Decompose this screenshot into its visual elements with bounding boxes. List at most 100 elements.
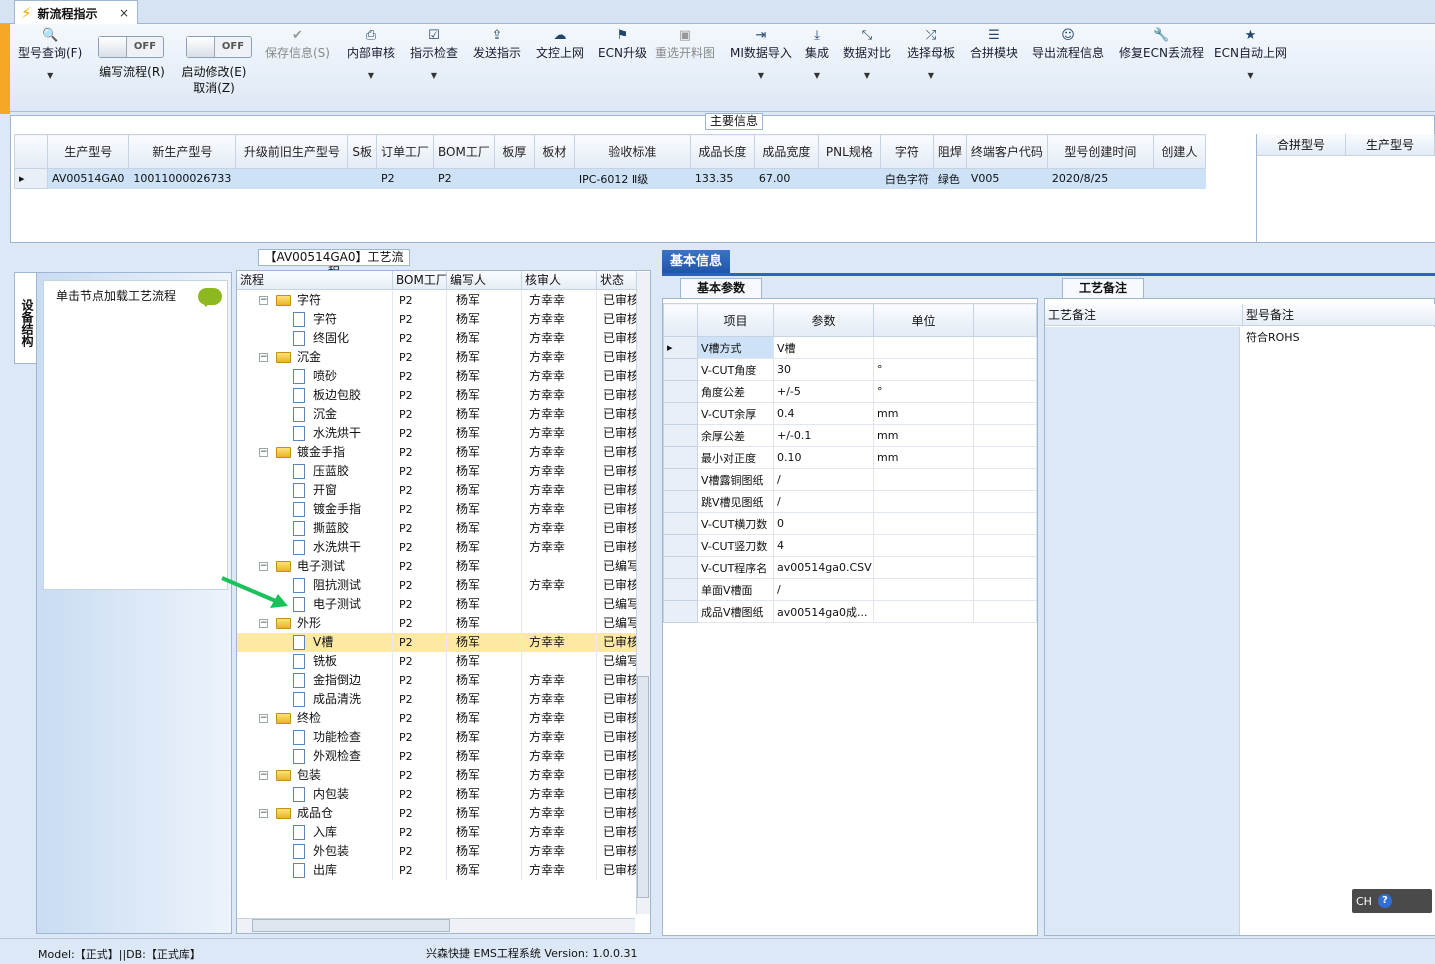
tree-row[interactable]: V槽 P2 杨军 方幸幸 已审核 [237,633,637,652]
param-value-cell[interactable]: / [773,490,874,513]
tree-row[interactable]: − 包装 P2 杨军 方幸幸 已审核 [237,766,637,785]
column-item[interactable]: 项目 [697,303,774,337]
column-header[interactable]: 字符 [879,134,934,169]
save-info-button[interactable]: ✔ 保存信息(S) [265,28,330,61]
doc-upload-button[interactable]: ☁ 文控上网 [536,28,584,61]
param-row[interactable]: V-CUT余厚 0.4 mm [663,402,1037,425]
tree-node[interactable]: 内包装 [237,785,393,804]
tree-row[interactable]: 撕蓝胶 P2 杨军 方幸幸 已审核 [237,519,637,538]
grid-cell[interactable]: IPC-6012 Ⅱ级 [574,168,691,189]
param-unit-cell[interactable]: ° [873,380,974,403]
tree-row[interactable]: − 成品仓 P2 杨军 方幸幸 已审核 [237,804,637,823]
tree-row[interactable]: 铣板 P2 杨军 已编写 [237,652,637,671]
param-row[interactable]: ▸ V槽方式 V槽 [663,336,1037,359]
param-value-cell[interactable]: +/-5 [773,380,874,403]
tab-process-notes[interactable]: 工艺备注 [1062,278,1144,298]
reselect-material-button[interactable]: ▣ 重选开料图 [655,28,715,61]
param-value-cell[interactable]: / [773,578,874,601]
param-item-cell[interactable]: 成品V槽图纸 [697,600,774,623]
param-unit-cell[interactable] [873,556,974,579]
tree-row[interactable]: 电子测试 P2 杨军 已编写 [237,595,637,614]
mi-import-button[interactable]: ⇥ MI数据导入 ▼ [730,28,792,80]
tree-node[interactable]: V槽 [237,633,393,652]
tree-row[interactable]: 板边包胶 P2 杨军 方幸幸 已审核 [237,386,637,405]
column-header[interactable]: PNL规格 [817,134,881,169]
collapse-icon[interactable]: − [259,809,268,818]
tree-row[interactable]: − 镀金手指 P2 杨军 方幸幸 已审核 [237,443,637,462]
param-row[interactable]: 余厚公差 +/-0.1 mm [663,424,1037,447]
data-compare-button[interactable]: ⤡ 数据对比 ▼ [843,28,891,80]
param-item-cell[interactable]: V槽露铜图纸 [697,468,774,491]
column-param[interactable]: 参数 [773,303,874,337]
tree-node[interactable]: 压蓝胶 [237,462,393,481]
tree-node[interactable]: 板边包胶 [237,386,393,405]
tree-node[interactable]: 开窗 [237,481,393,500]
grid-cell[interactable] [534,168,575,189]
param-value-cell[interactable]: 4 [773,534,874,557]
tree-node[interactable]: 撕蓝胶 [237,519,393,538]
collapse-icon[interactable]: − [259,562,268,571]
column-header[interactable]: 创建人 [1152,134,1206,169]
tree-node[interactable]: − 成品仓 [237,804,393,823]
param-unit-cell[interactable] [873,336,974,359]
column-header[interactable]: 板材 [533,134,575,169]
collapse-icon[interactable]: − [259,448,268,457]
tree-node[interactable]: 水洗烘干 [237,538,393,557]
param-item-cell[interactable]: V槽方式 [697,336,774,359]
param-row[interactable]: V槽露铜图纸 / [663,468,1037,491]
tree-row[interactable]: 水洗烘干 P2 杨军 方幸幸 已审核 [237,538,637,557]
grid-cell[interactable] [494,168,535,189]
tree-node[interactable]: − 沉金 [237,348,393,367]
param-row[interactable]: 最小对正度 0.10 mm [663,446,1037,469]
tree-row[interactable]: 水洗烘干 P2 杨军 方幸幸 已审核 [237,424,637,443]
tree-row[interactable]: 金指倒边 P2 杨军 方幸幸 已审核 [237,671,637,690]
edit-flow-toggle[interactable]: OFF [98,36,164,58]
send-instruction-button[interactable]: ⇪ 发送指示 [473,28,521,61]
tree-node[interactable]: 出库 [237,861,393,880]
integrate-button[interactable]: ⤓ 集成 ▼ [805,28,829,80]
param-item-cell[interactable]: 跳V槽见图纸 [697,490,774,513]
start-modify-toggle[interactable]: OFF [186,36,252,58]
tree-row[interactable]: 功能检查 P2 杨军 方幸幸 已审核 [237,728,637,747]
tree-node[interactable]: 功能检查 [237,728,393,747]
model-notes-field[interactable] [1243,327,1435,935]
tree-row[interactable]: 开窗 P2 杨军 方幸幸 已审核 [237,481,637,500]
grid-cell[interactable] [235,168,349,189]
tree-row[interactable]: 内包装 P2 杨军 方幸幸 已审核 [237,785,637,804]
close-icon[interactable]: × [119,6,129,20]
tree-node[interactable]: − 终检 [237,709,393,728]
tree-row[interactable]: 喷砂 P2 杨军 方幸幸 已审核 [237,367,637,386]
tree-node[interactable]: 铣板 [237,652,393,671]
tree-node[interactable]: 外包装 [237,842,393,861]
column-header[interactable]: 验收标准 [573,134,691,169]
tree-node[interactable]: 沉金 [237,405,393,424]
grid-cell[interactable]: V005 [966,168,1048,189]
column-header[interactable]: 板厚 [493,134,535,169]
process-notes-field[interactable] [1045,327,1240,935]
collapse-icon[interactable]: − [259,714,268,723]
tree-node[interactable]: 外观检查 [237,747,393,766]
column-header[interactable]: 终端客户代码 [965,134,1048,169]
merge-module-button[interactable]: ☰ 合拼模块 [970,28,1018,61]
tree-node[interactable]: 终固化 [237,329,393,348]
column-header[interactable]: 成品长度 [689,134,755,169]
param-row[interactable]: V-CUT竖刀数 4 [663,534,1037,557]
column-header[interactable]: 新生产型号 [128,134,237,169]
param-value-cell[interactable]: 30 [773,358,874,381]
param-value-cell[interactable]: 0.10 [773,446,874,469]
production-model-column[interactable]: 生产型号 [1346,134,1435,155]
tab-basic-params[interactable]: 基本参数 [680,278,762,298]
tree-node[interactable]: 水洗烘干 [237,424,393,443]
tree-row[interactable]: 阻抗测试 P2 杨军 方幸幸 已审核 [237,576,637,595]
tree-row[interactable]: − 沉金 P2 杨军 方幸幸 已审核 [237,348,637,367]
param-item-cell[interactable]: V-CUT横刀数 [697,512,774,535]
tab-basic-info[interactable]: 基本信息 [662,250,730,274]
column-bom-factory[interactable]: BOM工厂 [393,271,447,289]
collapse-icon[interactable]: − [259,296,268,305]
column-header[interactable]: 升级前旧生产型号 [235,134,349,169]
column-reviewer[interactable]: 核审人 [522,271,597,289]
tree-node[interactable]: 镀金手指 [237,500,393,519]
tab-new-flow-instruction[interactable]: ⚡ 新流程指示 × [14,0,138,25]
param-row[interactable]: 跳V槽见图纸 / [663,490,1037,513]
param-unit-cell[interactable] [873,468,974,491]
